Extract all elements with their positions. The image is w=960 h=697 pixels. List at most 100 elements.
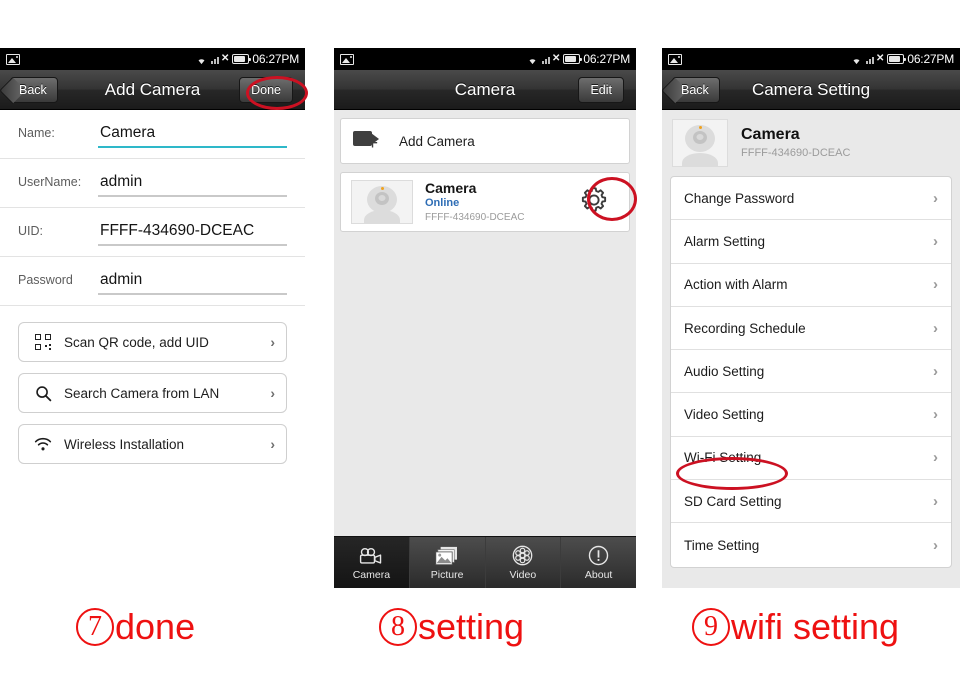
status-bar-1: ✕ 06:27PM	[0, 48, 305, 70]
setting-label: Time Setting	[684, 537, 760, 553]
status-left-icons	[340, 53, 354, 65]
chevron-right-icon: ›	[933, 536, 938, 554]
gear-icon[interactable]	[579, 185, 609, 215]
wifi-icon	[30, 437, 56, 452]
search-lan-button[interactable]: Search Camera from LAN ›	[18, 373, 287, 413]
field-uid-input[interactable]: FFFF-434690-DCEAC	[98, 218, 287, 246]
setting-row-sd-card-setting[interactable]: SD Card Setting ›	[671, 480, 951, 524]
pictures-icon	[435, 545, 459, 567]
add-camera-form: Name: Camera UserName: admin UID: FFFF-4…	[0, 110, 305, 588]
battery-icon	[232, 54, 252, 64]
field-username-input[interactable]: admin	[98, 169, 287, 197]
setting-label: Action with Alarm	[684, 277, 788, 293]
status-time: 06:27PM	[252, 52, 299, 66]
search-lan-label: Search Camera from LAN	[64, 385, 220, 401]
battery-icon	[563, 54, 583, 64]
tab-picture-label: Picture	[430, 568, 464, 581]
status-right-icons: ✕ 06:27PM	[526, 52, 630, 66]
setting-row-audio-setting[interactable]: Audio Setting ›	[671, 350, 951, 394]
field-password[interactable]: Password admin	[0, 257, 305, 306]
status-bar-3: ✕ 06:27PM	[662, 48, 960, 70]
status-time: 06:27PM	[583, 52, 630, 66]
status-left-icons	[6, 53, 20, 65]
setting-row-wifi-setting[interactable]: Wi-Fi Setting ›	[671, 437, 951, 481]
camera-name: Camera	[425, 179, 477, 196]
scan-qr-label: Scan QR code, add UID	[64, 334, 209, 350]
setting-row-change-password[interactable]: Change Password ›	[671, 177, 951, 221]
tab-about-label: About	[584, 568, 613, 581]
done-button[interactable]: Done	[239, 76, 293, 103]
caption-number: 7	[76, 608, 114, 646]
scan-qr-button[interactable]: Scan QR code, add UID ›	[18, 322, 287, 362]
photo-icon	[6, 53, 20, 65]
video-camera-icon	[358, 545, 384, 567]
caption-number: 8	[379, 608, 417, 646]
setting-row-time-setting[interactable]: Time Setting ›	[671, 523, 951, 566]
list-item[interactable]: Camera Online FFFF-434690-DCEAC	[341, 173, 629, 231]
caption-7: 7 done	[76, 606, 195, 648]
screenshot-root: ✕ 06:27PM Back Add Camera Done Name: Cam…	[0, 0, 960, 697]
tab-camera[interactable]: Camera	[334, 537, 410, 588]
field-password-input[interactable]: admin	[98, 267, 287, 295]
device-name: Camera	[741, 126, 800, 143]
tab-video-label: Video	[509, 568, 537, 581]
wireless-install-button[interactable]: Wireless Installation ›	[18, 424, 287, 464]
field-name-input[interactable]: Camera	[98, 120, 287, 148]
tab-picture[interactable]: Picture	[410, 537, 486, 588]
camera-setting-body: Camera FFFF-434690-DCEAC Change Password…	[662, 110, 960, 588]
camera-item-card[interactable]: Camera Online FFFF-434690-DCEAC	[340, 172, 630, 232]
photo-icon	[340, 53, 354, 65]
signal-off-icon: ✕	[875, 53, 885, 64]
caption-number: 9	[692, 608, 730, 646]
setting-row-video-setting[interactable]: Video Setting ›	[671, 393, 951, 437]
setting-label: Video Setting	[684, 407, 765, 423]
wifi-icon	[853, 58, 860, 64]
settings-list: Change Password › Alarm Setting › Action…	[670, 176, 952, 568]
wifi-icon	[198, 58, 205, 64]
device-info: Camera FFFF-434690-DCEAC	[741, 125, 850, 161]
search-icon	[30, 385, 56, 402]
field-password-label: Password	[18, 273, 73, 287]
caption-text: wifi setting	[731, 606, 900, 647]
field-username[interactable]: UserName: admin	[0, 159, 305, 208]
camera-thumbnail	[351, 180, 413, 224]
chevron-right-icon: ›	[933, 449, 938, 467]
back-button[interactable]: Back	[672, 76, 720, 103]
chevron-right-icon: ›	[933, 232, 938, 250]
camera-uid: FFFF-434690-DCEAC	[425, 211, 525, 223]
bottom-tab-bar: Camera Picture Video About	[334, 536, 636, 588]
status-left-icons	[668, 53, 682, 65]
chevron-right-icon: ›	[270, 385, 275, 401]
add-camera-row[interactable]: + Add Camera	[341, 119, 629, 163]
chevron-right-icon: ›	[933, 406, 938, 424]
phone-panel-camera-list: ✕ 06:27PM Camera Edit + Add Camera Camer…	[334, 48, 636, 588]
setting-row-alarm-setting[interactable]: Alarm Setting ›	[671, 220, 951, 264]
film-reel-icon	[512, 545, 533, 567]
camera-list: + Add Camera Camera Online FFFF-434690-D…	[334, 110, 636, 536]
add-camera-label: Add Camera	[399, 133, 475, 149]
chevron-right-icon: ›	[270, 334, 275, 350]
tab-video[interactable]: Video	[486, 537, 562, 588]
chevron-right-icon: ›	[933, 189, 938, 207]
camera-settings-button[interactable]	[579, 185, 609, 220]
qr-code-icon	[30, 334, 56, 350]
setting-row-action-with-alarm[interactable]: Action with Alarm ›	[671, 264, 951, 307]
add-camera-card[interactable]: + Add Camera	[340, 118, 630, 164]
device-header: Camera FFFF-434690-DCEAC	[670, 110, 952, 176]
status-badge: Online	[425, 196, 460, 209]
device-uid: FFFF-434690-DCEAC	[741, 147, 851, 159]
back-button[interactable]: Back	[10, 76, 58, 103]
status-bar-2: ✕ 06:27PM	[334, 48, 636, 70]
setting-row-recording-schedule[interactable]: Recording Schedule ›	[671, 307, 951, 351]
wireless-install-label: Wireless Installation	[64, 436, 185, 452]
edit-button[interactable]: Edit	[578, 76, 624, 103]
status-right-icons: ✕ 06:27PM	[195, 52, 299, 66]
navbar-1: Back Add Camera Done	[0, 70, 305, 110]
setting-label: Alarm Setting	[684, 233, 766, 249]
phone-panel-add-camera: ✕ 06:27PM Back Add Camera Done Name: Cam…	[0, 48, 305, 588]
signal-icon	[541, 54, 550, 64]
field-uid[interactable]: UID: FFFF-434690-DCEAC	[0, 208, 305, 257]
field-name[interactable]: Name: Camera	[0, 110, 305, 159]
tab-about[interactable]: About	[561, 537, 636, 588]
caption-text: setting	[418, 606, 525, 647]
